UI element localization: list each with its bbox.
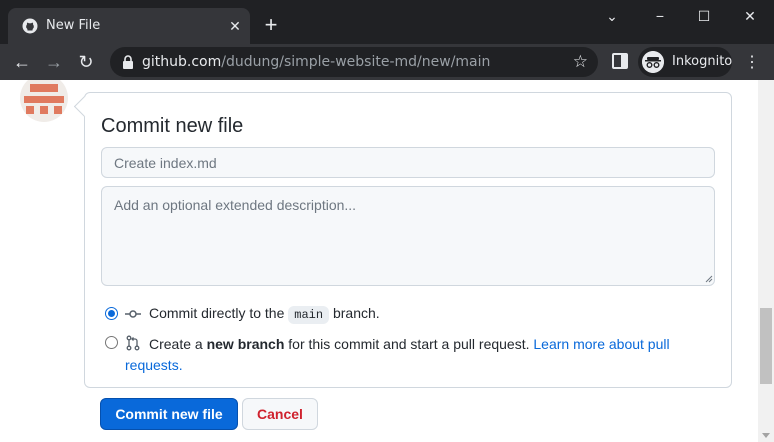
reload-icon[interactable]: ↻ [74, 50, 98, 74]
incognito-indicator[interactable]: Inkognito [638, 47, 732, 77]
option-new-text-middle: for this commit and start a pull request… [288, 336, 530, 352]
url-path: /dudung/simple-website-md/new/main [221, 54, 491, 70]
identicon-icon [24, 84, 64, 114]
commit-heading: Commit new file [101, 115, 244, 137]
option-direct-text-after: branch. [332, 305, 380, 321]
option-commit-directly-label: Commit directly to the main branch. [149, 305, 380, 324]
scrollbar-thumb[interactable] [760, 308, 772, 384]
tab-close-icon[interactable]: ✕ [226, 17, 244, 35]
option-new-text-before: Create a [149, 336, 203, 352]
learn-more-link-continued[interactable]: requests. [125, 355, 183, 376]
address-bar[interactable]: github.com/dudung/simple-website-md/new/… [110, 47, 598, 77]
browser-tab-bar: New File ✕ + ⌄ − ☐ ✕ [0, 0, 774, 44]
scroll-down-icon[interactable] [762, 433, 770, 438]
commit-form: Commit new file Commit directly to the m… [84, 92, 732, 388]
tab-search-icon[interactable]: ⌄ [602, 6, 622, 26]
lock-icon [123, 55, 133, 69]
tab-title: New File [46, 18, 101, 33]
back-icon[interactable]: ← [10, 50, 34, 74]
cancel-button[interactable]: Cancel [242, 398, 318, 430]
incognito-icon [642, 51, 664, 73]
new-tab-button[interactable]: + [262, 14, 280, 36]
option-new-branch[interactable]: Create a new branch for this commit and … [105, 334, 705, 378]
avatar [20, 80, 68, 122]
incognito-label: Inkognito [672, 54, 733, 69]
maximize-icon[interactable]: ☐ [694, 6, 714, 26]
browser-toolbar: ← → ↻ github.com/dudung/simple-website-m… [0, 44, 774, 80]
commit-new-file-button[interactable]: Commit new file [100, 398, 238, 430]
more-menu-icon[interactable]: ⋮ [744, 52, 760, 72]
url-text: github.com/dudung/simple-website-md/new/… [142, 54, 490, 70]
close-window-icon[interactable]: ✕ [740, 6, 760, 26]
page-content: Commit new file Commit directly to the m… [0, 80, 758, 442]
option-commit-directly[interactable]: Commit directly to the main branch. [105, 305, 705, 325]
option-new-bold: new branch [206, 336, 285, 352]
browser-tab[interactable]: New File ✕ [8, 8, 250, 44]
git-commit-icon [125, 310, 141, 318]
url-host: github.com [142, 54, 222, 70]
minimize-icon[interactable]: − [650, 6, 670, 26]
forward-icon[interactable]: → [42, 50, 66, 74]
learn-more-link[interactable]: Learn more about pull [533, 336, 669, 352]
radio-commit-directly[interactable] [105, 307, 118, 320]
option-new-branch-label: Create a new branch for this commit and … [149, 334, 670, 355]
branch-name: main [288, 306, 330, 324]
commit-description-input[interactable] [101, 186, 715, 286]
side-panel-icon[interactable] [612, 53, 628, 69]
resize-grip-icon[interactable] [705, 275, 713, 283]
git-pull-request-icon [126, 335, 140, 351]
page-scrollbar[interactable] [758, 80, 774, 442]
star-icon[interactable]: ☆ [573, 52, 588, 72]
radio-new-branch[interactable] [105, 336, 118, 349]
option-direct-text-before: Commit directly to the [149, 305, 285, 321]
commit-summary-input[interactable] [101, 147, 715, 178]
github-icon [22, 18, 38, 34]
